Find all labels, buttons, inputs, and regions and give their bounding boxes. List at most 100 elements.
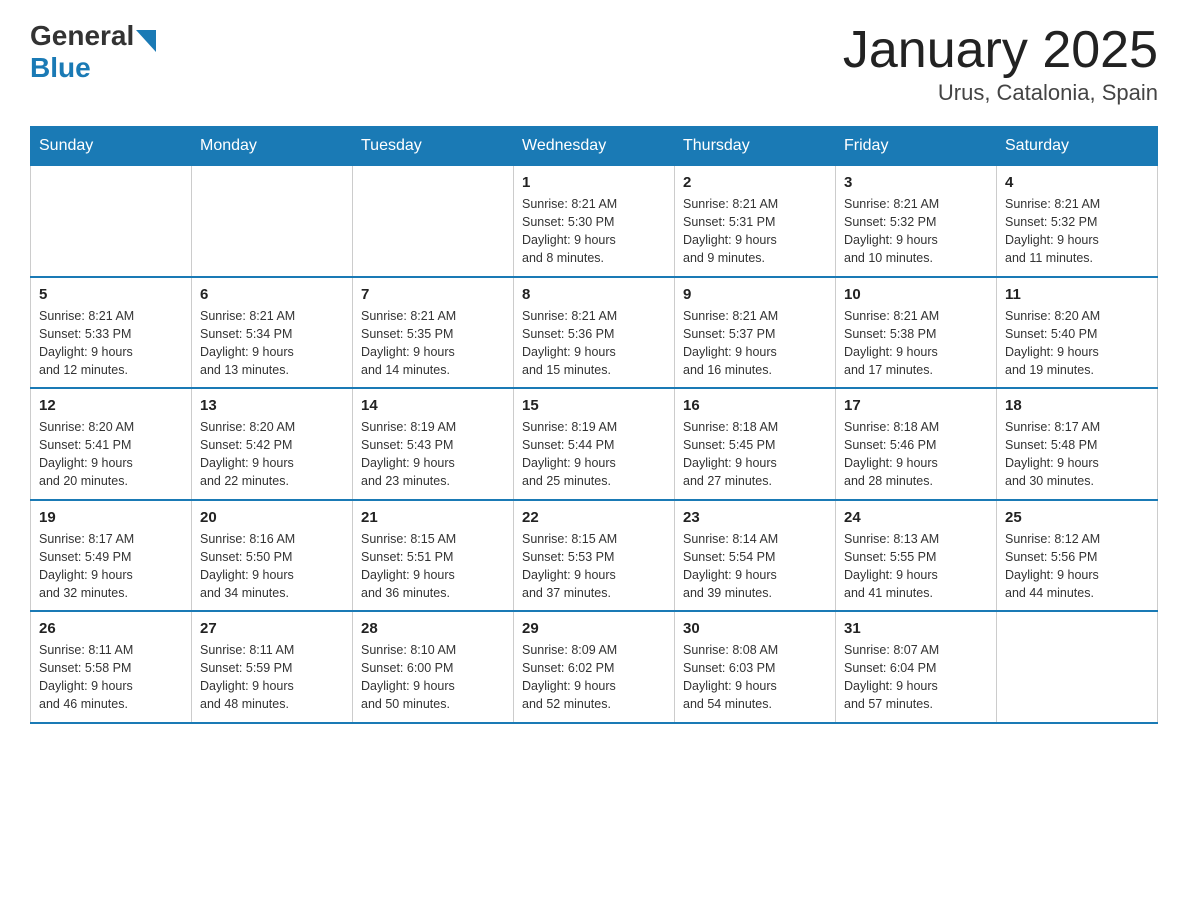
day-number: 26 <box>39 620 183 637</box>
day-number: 25 <box>1005 509 1149 526</box>
day-info: Sunrise: 8:11 AM Sunset: 5:58 PM Dayligh… <box>39 641 183 714</box>
day-info: Sunrise: 8:15 AM Sunset: 5:53 PM Dayligh… <box>522 530 666 603</box>
day-number: 31 <box>844 620 988 637</box>
day-info: Sunrise: 8:13 AM Sunset: 5:55 PM Dayligh… <box>844 530 988 603</box>
calendar-cell <box>353 166 514 277</box>
day-number: 15 <box>522 397 666 414</box>
day-number: 1 <box>522 174 666 191</box>
day-number: 23 <box>683 509 827 526</box>
calendar-week-row: 12Sunrise: 8:20 AM Sunset: 5:41 PM Dayli… <box>31 388 1158 500</box>
day-info: Sunrise: 8:16 AM Sunset: 5:50 PM Dayligh… <box>200 530 344 603</box>
day-info: Sunrise: 8:11 AM Sunset: 5:59 PM Dayligh… <box>200 641 344 714</box>
calendar-cell: 17Sunrise: 8:18 AM Sunset: 5:46 PM Dayli… <box>836 388 997 500</box>
day-number: 4 <box>1005 174 1149 191</box>
calendar-cell: 30 Sunrise: 8:08 AM Sunset: 6:03 PM Dayli… <box>675 611 836 723</box>
day-info: Sunrise: 8:07 AM Sunset: 6:04 PM Dayligh… <box>844 641 988 714</box>
day-number: 17 <box>844 397 988 414</box>
day-number: 13 <box>200 397 344 414</box>
calendar-cell: 13 Sunrise: 8:20 AM Sunset: 5:42 PM Dayli… <box>192 388 353 500</box>
day-info: Sunrise: 8:20 AM Sunset: 5:40 PM Dayligh… <box>1005 307 1149 380</box>
day-info: Sunrise: 8:10 AM Sunset: 6:00 PM Dayligh… <box>361 641 505 714</box>
day-number: 14 <box>361 397 505 414</box>
day-number: 7 <box>361 286 505 303</box>
calendar-cell <box>997 611 1158 723</box>
day-number: 16 <box>683 397 827 414</box>
day-number: 18 <box>1005 397 1149 414</box>
day-info: Sunrise: 8:08 AM Sunset: 6:03 PM Dayligh… <box>683 641 827 714</box>
calendar-cell: 9Sunrise: 8:21 AM Sunset: 5:37 PM Daylig… <box>675 277 836 389</box>
day-info: Sunrise: 8:19 AM Sunset: 5:43 PM Dayligh… <box>361 418 505 491</box>
day-number: 12 <box>39 397 183 414</box>
logo: General Blue <box>30 20 156 84</box>
day-number: 27 <box>200 620 344 637</box>
day-info: Sunrise: 8:21 AM Sunset: 5:32 PM Dayligh… <box>1005 195 1149 268</box>
day-number: 28 <box>361 620 505 637</box>
day-number: 24 <box>844 509 988 526</box>
title-section: January 2025 Urus, Catalonia, Spain <box>843 20 1158 106</box>
calendar-cell: 7Sunrise: 8:21 AM Sunset: 5:35 PM Daylig… <box>353 277 514 389</box>
calendar-cell: 21 Sunrise: 8:15 AM Sunset: 5:51 PM Dayli… <box>353 500 514 612</box>
column-header-wednesday: Wednesday <box>514 127 675 166</box>
column-header-sunday: Sunday <box>31 127 192 166</box>
day-info: Sunrise: 8:14 AM Sunset: 5:54 PM Dayligh… <box>683 530 827 603</box>
calendar-week-row: 1Sunrise: 8:21 AM Sunset: 5:30 PM Daylig… <box>31 166 1158 277</box>
day-number: 29 <box>522 620 666 637</box>
calendar-cell: 1Sunrise: 8:21 AM Sunset: 5:30 PM Daylig… <box>514 166 675 277</box>
day-info: Sunrise: 8:12 AM Sunset: 5:56 PM Dayligh… <box>1005 530 1149 603</box>
calendar-cell: 11 Sunrise: 8:20 AM Sunset: 5:40 PM Dayli… <box>997 277 1158 389</box>
calendar-cell: 29 Sunrise: 8:09 AM Sunset: 6:02 PM Dayli… <box>514 611 675 723</box>
day-number: 11 <box>1005 286 1149 303</box>
day-number: 6 <box>200 286 344 303</box>
calendar-cell: 20 Sunrise: 8:16 AM Sunset: 5:50 PM Dayli… <box>192 500 353 612</box>
page-header: General Blue January 2025 Urus, Cataloni… <box>30 20 1158 106</box>
calendar-cell: 19 Sunrise: 8:17 AM Sunset: 5:49 PM Dayli… <box>31 500 192 612</box>
day-info: Sunrise: 8:18 AM Sunset: 5:45 PM Dayligh… <box>683 418 827 491</box>
calendar-cell: 18 Sunrise: 8:17 AM Sunset: 5:48 PM Dayli… <box>997 388 1158 500</box>
calendar-cell: 16 Sunrise: 8:18 AM Sunset: 5:45 PM Dayli… <box>675 388 836 500</box>
calendar-cell: 12Sunrise: 8:20 AM Sunset: 5:41 PM Dayli… <box>31 388 192 500</box>
day-info: Sunrise: 8:17 AM Sunset: 5:48 PM Dayligh… <box>1005 418 1149 491</box>
calendar-cell: 14 Sunrise: 8:19 AM Sunset: 5:43 PM Dayli… <box>353 388 514 500</box>
day-number: 30 <box>683 620 827 637</box>
day-info: Sunrise: 8:21 AM Sunset: 5:37 PM Dayligh… <box>683 307 827 380</box>
calendar-cell: 24 Sunrise: 8:13 AM Sunset: 5:55 PM Dayli… <box>836 500 997 612</box>
day-number: 10 <box>844 286 988 303</box>
calendar-cell: 10Sunrise: 8:21 AM Sunset: 5:38 PM Dayli… <box>836 277 997 389</box>
day-number: 20 <box>200 509 344 526</box>
day-info: Sunrise: 8:15 AM Sunset: 5:51 PM Dayligh… <box>361 530 505 603</box>
calendar-cell: 3Sunrise: 8:21 AM Sunset: 5:32 PM Daylig… <box>836 166 997 277</box>
calendar-cell: 31 Sunrise: 8:07 AM Sunset: 6:04 PM Dayli… <box>836 611 997 723</box>
calendar-cell: 26 Sunrise: 8:11 AM Sunset: 5:58 PM Dayli… <box>31 611 192 723</box>
day-info: Sunrise: 8:09 AM Sunset: 6:02 PM Dayligh… <box>522 641 666 714</box>
logo-general-text: General <box>30 20 134 52</box>
day-info: Sunrise: 8:17 AM Sunset: 5:49 PM Dayligh… <box>39 530 183 603</box>
calendar-cell <box>192 166 353 277</box>
column-header-tuesday: Tuesday <box>353 127 514 166</box>
calendar-cell: 4 Sunrise: 8:21 AM Sunset: 5:32 PM Daylig… <box>997 166 1158 277</box>
calendar-cell: 6Sunrise: 8:21 AM Sunset: 5:34 PM Daylig… <box>192 277 353 389</box>
calendar-cell: 2 Sunrise: 8:21 AM Sunset: 5:31 PM Daylig… <box>675 166 836 277</box>
location-title: Urus, Catalonia, Spain <box>843 80 1158 106</box>
calendar-cell: 5 Sunrise: 8:21 AM Sunset: 5:33 PM Daylig… <box>31 277 192 389</box>
day-info: Sunrise: 8:21 AM Sunset: 5:33 PM Dayligh… <box>39 307 183 380</box>
day-number: 2 <box>683 174 827 191</box>
calendar-cell: 15 Sunrise: 8:19 AM Sunset: 5:44 PM Dayli… <box>514 388 675 500</box>
month-title: January 2025 <box>843 20 1158 80</box>
calendar-cell: 27 Sunrise: 8:11 AM Sunset: 5:59 PM Dayli… <box>192 611 353 723</box>
logo-blue-text: Blue <box>30 52 91 84</box>
day-info: Sunrise: 8:21 AM Sunset: 5:31 PM Dayligh… <box>683 195 827 268</box>
day-info: Sunrise: 8:19 AM Sunset: 5:44 PM Dayligh… <box>522 418 666 491</box>
day-number: 3 <box>844 174 988 191</box>
column-header-thursday: Thursday <box>675 127 836 166</box>
calendar-cell: 8Sunrise: 8:21 AM Sunset: 5:36 PM Daylig… <box>514 277 675 389</box>
day-info: Sunrise: 8:20 AM Sunset: 5:42 PM Dayligh… <box>200 418 344 491</box>
day-number: 8 <box>522 286 666 303</box>
day-number: 19 <box>39 509 183 526</box>
calendar-cell: 22 Sunrise: 8:15 AM Sunset: 5:53 PM Dayli… <box>514 500 675 612</box>
day-number: 5 <box>39 286 183 303</box>
day-number: 21 <box>361 509 505 526</box>
day-number: 22 <box>522 509 666 526</box>
column-header-friday: Friday <box>836 127 997 166</box>
calendar-header-row: SundayMondayTuesdayWednesdayThursdayFrid… <box>31 127 1158 166</box>
calendar-week-row: 5 Sunrise: 8:21 AM Sunset: 5:33 PM Daylig… <box>31 277 1158 389</box>
